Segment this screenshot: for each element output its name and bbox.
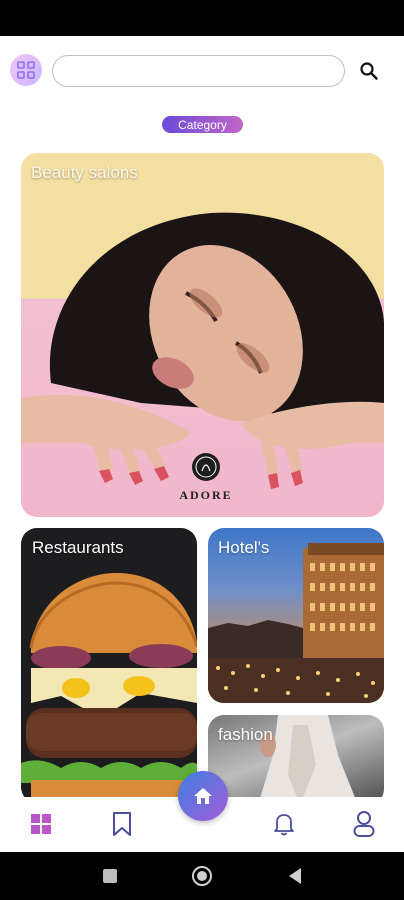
system-navigation-bar bbox=[0, 852, 404, 900]
card-title-hotels: Hotel's bbox=[218, 538, 270, 557]
recents-icon[interactable] bbox=[98, 864, 122, 888]
search-icon[interactable] bbox=[356, 58, 382, 84]
card-hotels[interactable]: Hotel's bbox=[208, 528, 384, 703]
card-beauty-salons[interactable]: Beauty salons ADORE bbox=[21, 153, 384, 517]
home-button[interactable] bbox=[178, 771, 228, 821]
bookmark-icon[interactable] bbox=[107, 809, 137, 839]
category-button[interactable]: Category bbox=[162, 116, 243, 133]
category-label: Category bbox=[178, 117, 227, 132]
search-input[interactable] bbox=[52, 55, 345, 87]
grid-icon[interactable] bbox=[26, 809, 56, 839]
bell-icon[interactable] bbox=[269, 809, 299, 839]
back-icon[interactable] bbox=[283, 864, 307, 888]
restaurants-image bbox=[21, 573, 197, 803]
app-screen: Category Beauty salons ADORE Restaurants… bbox=[0, 36, 404, 852]
status-bar bbox=[0, 0, 404, 36]
adore-logo: ADORE bbox=[171, 451, 241, 507]
logo-icon[interactable] bbox=[10, 54, 42, 86]
adore-emblem-icon bbox=[192, 453, 220, 481]
card-restaurants[interactable]: Restaurants bbox=[21, 528, 197, 803]
home-icon bbox=[194, 788, 212, 804]
adore-logo-text: ADORE bbox=[179, 488, 233, 502]
system-home-icon[interactable] bbox=[190, 864, 214, 888]
card-title-beauty-salons: Beauty salons bbox=[31, 163, 138, 182]
profile-icon[interactable] bbox=[349, 809, 379, 839]
card-fashion[interactable]: fashion bbox=[208, 715, 384, 805]
card-title-restaurants: Restaurants bbox=[32, 538, 124, 557]
card-title-fashion: fashion bbox=[218, 725, 273, 744]
